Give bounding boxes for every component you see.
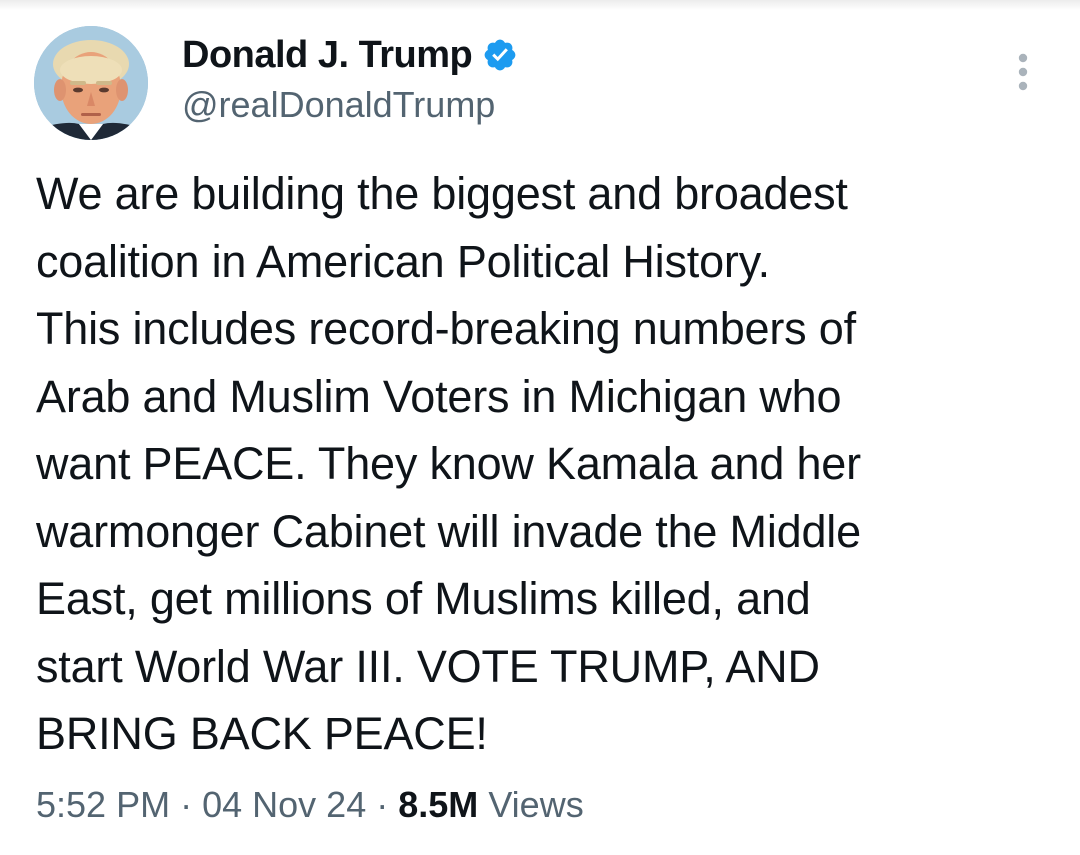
tweet-meta: 5:52 PM · 04 Nov 24 · 8.5M Views [36,784,584,826]
more-options-icon[interactable] [1010,52,1036,92]
tweet-text-line: want PEACE. They know Kamala and her [36,438,861,489]
tweet-time[interactable]: 5:52 PM [36,784,170,825]
verified-badge-icon [482,37,518,73]
avatar[interactable] [34,26,148,140]
tweet-text-line: warmonger Cabinet will invade the Middle [36,505,861,557]
top-edge-shadow [0,0,1080,10]
author-name-row[interactable]: Donald J. Trump [182,32,518,78]
meta-separator: · [376,784,389,825]
tweet-text-line: BRING BACK PEACE! [36,708,488,759]
tweet-date[interactable]: 04 Nov 24 [202,784,366,825]
tweet-text-line: We are building the biggest and broadest [36,168,848,219]
tweet-text-line: Arab and Muslim Voters in Michigan who [36,370,842,422]
tweet-text-line: start World War III. VOTE TRUMP, AND [36,640,820,692]
tweet-text-line: coalition in American Political History. [36,235,770,287]
views-label: Views [488,784,584,825]
author-handle[interactable]: @realDonaldTrump [182,84,495,126]
author-display-name[interactable]: Donald J. Trump [182,34,473,77]
tweet-text: We are building the biggest and broadest… [36,160,1046,768]
tweet-text-line: This includes record-breaking numbers of [36,303,856,354]
views-count: 8.5M [398,784,479,825]
tweet-text-line: East, get millions of Muslims killed, an… [36,573,811,624]
avatar-portrait-image [34,26,148,140]
meta-separator: · [180,784,193,825]
